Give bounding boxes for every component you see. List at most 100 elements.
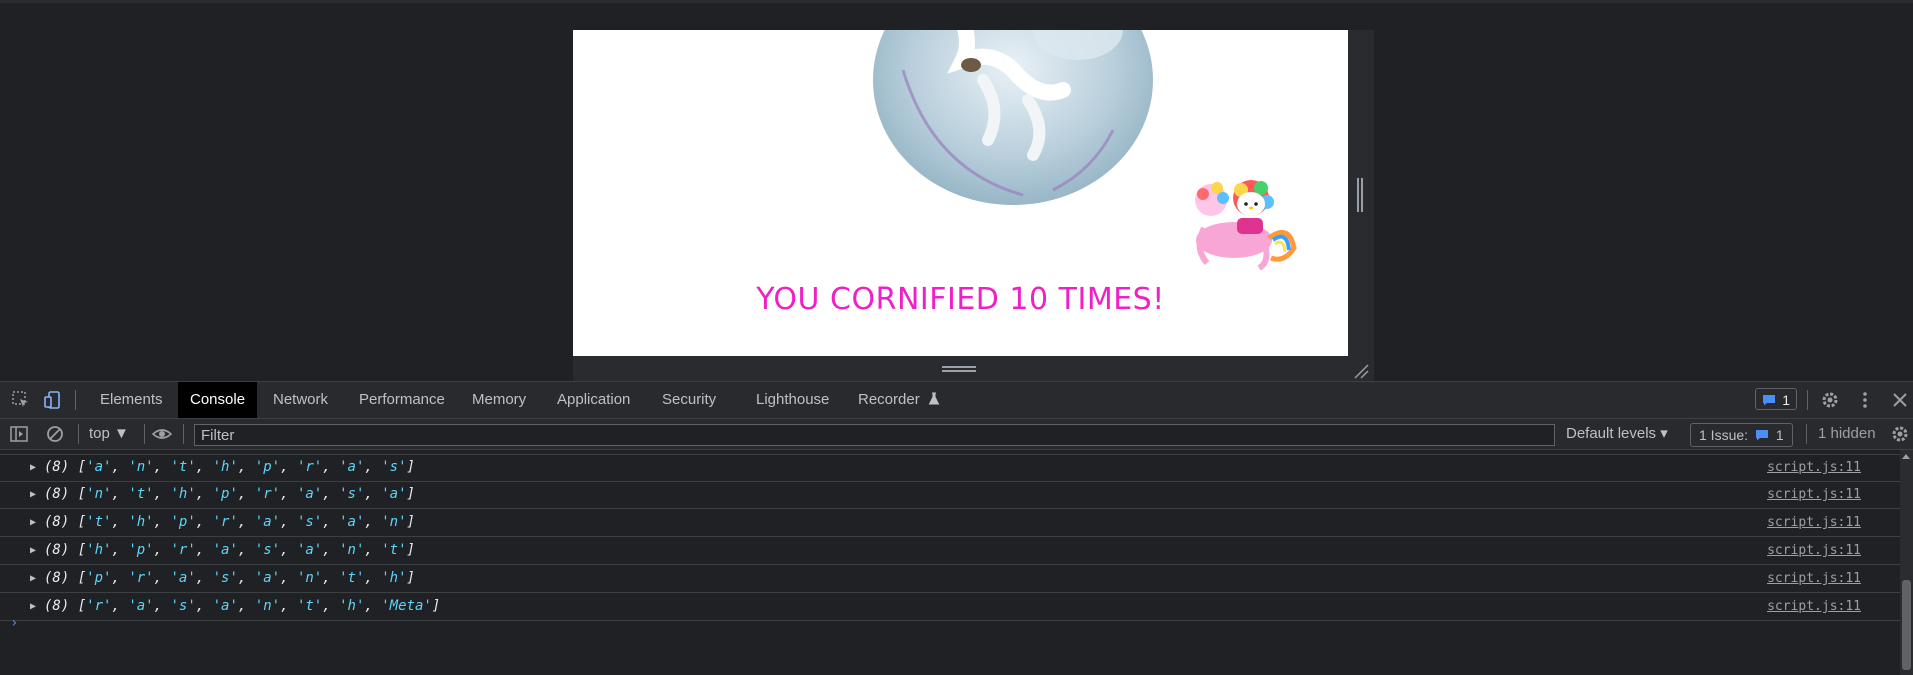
devtools-tabbar: Elements Console Network Performance Mem… bbox=[0, 382, 1913, 419]
console-log-row[interactable]: ▶ (8) ['a', 'n', 't', 'h', 'p', 'r', 'a',… bbox=[0, 454, 1900, 482]
console-message: (8) ['n', 't', 'h', 'p', 'r', 'a', 's', … bbox=[44, 486, 415, 502]
source-link[interactable]: script.js:11 bbox=[1767, 537, 1861, 564]
message-icon bbox=[1763, 395, 1775, 406]
scroll-thumb[interactable] bbox=[1902, 580, 1911, 670]
console-message: (8) ['t', 'h', 'p', 'r', 'a', 's', 'a', … bbox=[44, 514, 415, 530]
array-item: 'p' bbox=[128, 542, 154, 558]
console-prompt[interactable]: › bbox=[10, 615, 18, 631]
array-item: 'a' bbox=[254, 514, 281, 530]
array-item: 'n' bbox=[296, 570, 323, 586]
expand-triangle-icon[interactable]: ▶ bbox=[30, 565, 36, 592]
console-log-row[interactable]: ▶ (8) ['n', 't', 'h', 'p', 'r', 'a', 's',… bbox=[0, 481, 1900, 509]
array-length: (8) bbox=[44, 514, 78, 530]
expand-triangle-icon[interactable]: ▶ bbox=[30, 509, 36, 536]
device-viewport-area: YOU CORNIFIED 10 TIMES! bbox=[0, 3, 1913, 381]
device-toolbar-icon[interactable] bbox=[43, 390, 63, 410]
tab-memory[interactable]: Memory bbox=[460, 382, 538, 418]
tab-network[interactable]: Network bbox=[261, 382, 340, 418]
console-settings-gear-icon[interactable] bbox=[1890, 424, 1910, 444]
console-log-row[interactable]: ▶ (8) ['p', 'r', 'a', 's', 'a', 'n', 't',… bbox=[0, 565, 1900, 593]
array-item: 'a' bbox=[339, 459, 365, 475]
array-item: 'r' bbox=[254, 486, 281, 502]
array-item: 'n' bbox=[339, 542, 365, 558]
array-item: 'n' bbox=[381, 514, 407, 530]
log-levels-dropdown[interactable]: Default levels ▾ bbox=[1566, 419, 1668, 449]
tab-elements[interactable]: Elements bbox=[88, 382, 175, 418]
array-item: 'a' bbox=[296, 542, 323, 558]
toolbar-separator bbox=[1806, 424, 1807, 444]
array-item: 'a' bbox=[381, 486, 407, 502]
filter-input[interactable] bbox=[194, 424, 1555, 446]
array-item: 'h' bbox=[128, 514, 154, 530]
tab-security[interactable]: Security bbox=[650, 382, 728, 418]
array-length: (8) bbox=[44, 598, 78, 614]
gear-icon[interactable] bbox=[1820, 390, 1840, 410]
array-item: 'r' bbox=[128, 570, 154, 586]
array-item: 'h' bbox=[86, 542, 112, 558]
console-log-row[interactable]: ▶ (8) ['h', 'p', 'r', 'a', 's', 'a', 'n',… bbox=[0, 537, 1900, 565]
array-item: 's' bbox=[339, 486, 365, 502]
page-content: YOU CORNIFIED 10 TIMES! bbox=[573, 30, 1348, 356]
array-length: (8) bbox=[44, 542, 78, 558]
array-item: 'h' bbox=[212, 459, 238, 475]
inspect-element-icon[interactable] bbox=[11, 390, 31, 410]
message-icon bbox=[1755, 430, 1768, 441]
array-item: 'h' bbox=[339, 598, 365, 614]
console-message: (8) ['h', 'p', 'r', 'a', 's', 'a', 'n', … bbox=[44, 542, 415, 558]
console-log-row[interactable]: ▶ (8) ['r', 'a', 's', 'a', 'n', 't', 'h',… bbox=[0, 593, 1900, 621]
source-link[interactable]: script.js:11 bbox=[1767, 481, 1861, 508]
tab-recorder[interactable]: Recorder bbox=[846, 382, 952, 418]
expand-triangle-icon[interactable]: ▶ bbox=[30, 481, 36, 508]
array-item: 'r' bbox=[212, 514, 238, 530]
array-item: 'r' bbox=[170, 542, 196, 558]
tab-console[interactable]: Console bbox=[178, 382, 258, 418]
scroll-up-arrow[interactable] bbox=[1902, 454, 1910, 459]
array-item: 's' bbox=[254, 542, 281, 558]
console-output: ▶ (8) ['a', 'n', 't', 'h', 'p', 'r', 'a',… bbox=[0, 450, 1900, 675]
console-message: (8) ['r', 'a', 's', 'a', 'n', 't', 'h', … bbox=[44, 598, 441, 614]
tab-performance[interactable]: Performance bbox=[347, 382, 457, 418]
console-scrollbar[interactable] bbox=[1900, 450, 1913, 675]
issues-label: 1 Issue: bbox=[1699, 427, 1749, 443]
console-log-row[interactable]: ▶ (8) ['t', 'h', 'p', 'r', 'a', 's', 'a',… bbox=[0, 509, 1900, 537]
more-options-icon[interactable] bbox=[1855, 390, 1875, 410]
tab-lighthouse[interactable]: Lighthouse bbox=[744, 382, 841, 418]
array-item: 'a' bbox=[254, 570, 281, 586]
toolbar-separator bbox=[1807, 390, 1808, 410]
live-expression-eye-icon[interactable] bbox=[152, 424, 172, 444]
array-item: 'r' bbox=[86, 598, 112, 614]
array-length: (8) bbox=[44, 459, 78, 475]
issues-counter[interactable]: 1 Issue: 1 bbox=[1690, 423, 1793, 447]
array-item: 'p' bbox=[254, 459, 281, 475]
expand-triangle-icon[interactable]: ▶ bbox=[30, 537, 36, 564]
message-count: 1 bbox=[1782, 392, 1790, 408]
source-link[interactable]: script.js:11 bbox=[1767, 565, 1861, 592]
array-item: 's' bbox=[296, 514, 323, 530]
expand-triangle-icon[interactable]: ▶ bbox=[30, 454, 36, 481]
resize-handle-corner[interactable] bbox=[1353, 363, 1369, 379]
array-item: 's' bbox=[381, 459, 407, 475]
array-item: 'p' bbox=[212, 486, 238, 502]
array-item: 'p' bbox=[170, 514, 196, 530]
array-item: 't' bbox=[128, 486, 154, 502]
resize-handle-bottom[interactable] bbox=[942, 366, 976, 374]
close-icon[interactable] bbox=[1890, 390, 1910, 410]
devtools-panel: Elements Console Network Performance Mem… bbox=[0, 381, 1913, 675]
context-selector[interactable]: top ▼ bbox=[89, 419, 129, 449]
array-item: 'a' bbox=[212, 598, 238, 614]
sidebar-toggle-icon[interactable] bbox=[9, 424, 29, 444]
device-frame: YOU CORNIFIED 10 TIMES! bbox=[573, 30, 1374, 381]
resize-handle-right[interactable] bbox=[1357, 178, 1365, 212]
clear-console-icon[interactable] bbox=[45, 424, 65, 444]
console-toolbar: top ▼ Default levels ▾ 1 Issue: 1 1 hidd… bbox=[0, 419, 1913, 450]
array-item: 's' bbox=[170, 598, 196, 614]
array-item: 'a' bbox=[212, 542, 238, 558]
source-link[interactable]: script.js:11 bbox=[1767, 509, 1861, 536]
tab-application[interactable]: Application bbox=[545, 382, 642, 418]
message-count-badge[interactable]: 1 bbox=[1755, 388, 1797, 410]
array-item: 'h' bbox=[170, 486, 196, 502]
source-link[interactable]: script.js:11 bbox=[1767, 593, 1861, 620]
expand-triangle-icon[interactable]: ▶ bbox=[30, 593, 36, 620]
issues-count: 1 bbox=[1775, 427, 1784, 443]
source-link[interactable]: script.js:11 bbox=[1767, 454, 1861, 481]
